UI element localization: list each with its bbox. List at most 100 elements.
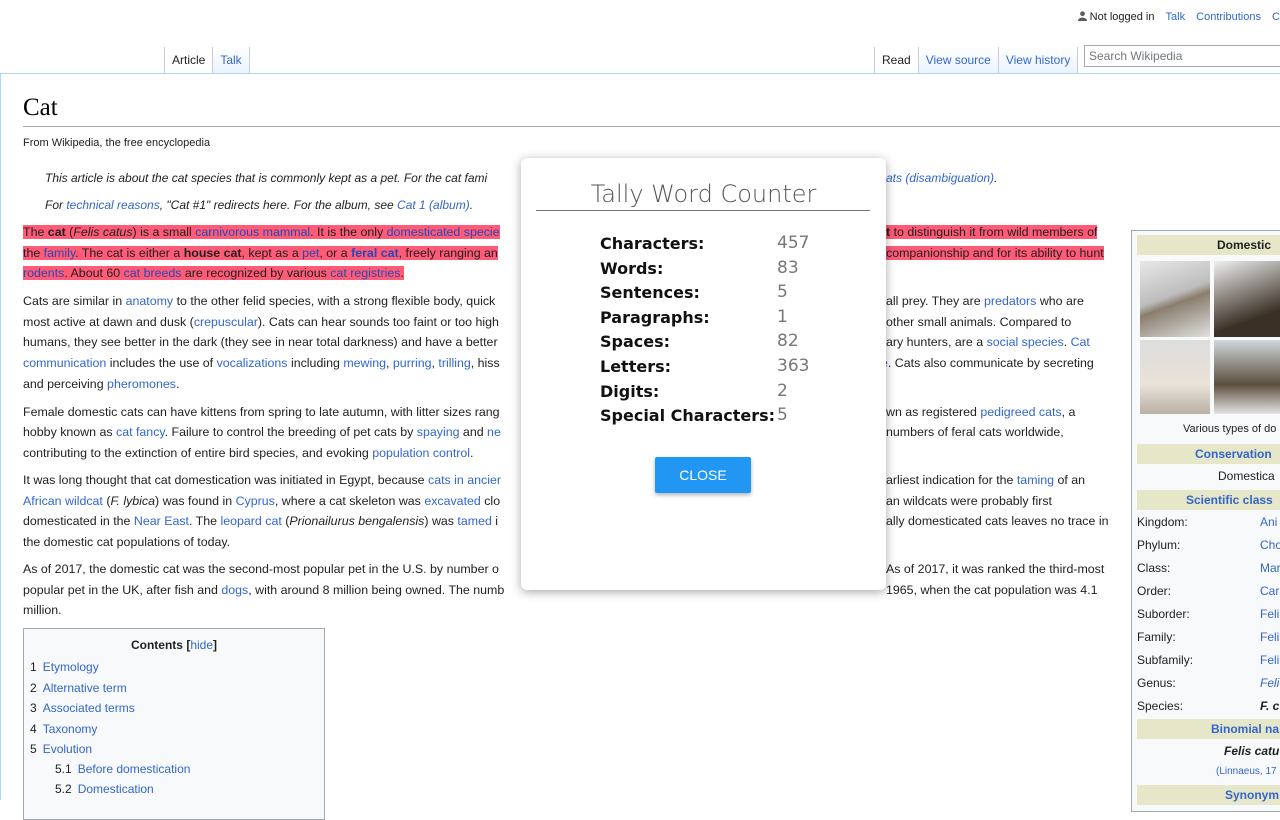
infobox-title: Domestic	[1137, 235, 1280, 255]
classification-label: Suborder:	[1137, 607, 1190, 621]
spaying-link[interactable]: spaying	[417, 425, 460, 439]
pet-link[interactable]: pet	[302, 246, 319, 260]
pheromones-link[interactable]: pheromones	[107, 377, 176, 391]
classification-value[interactable]: Ani	[1260, 515, 1277, 529]
crepuscular-link[interactable]: crepuscular	[194, 315, 258, 329]
binomial-name-value: Felis catu	[1224, 744, 1280, 758]
population-control-link[interactable]: population control	[372, 446, 470, 460]
cat-registries-link[interactable]: cat registries	[330, 266, 400, 280]
binomial-name-header[interactable]: Binomial na	[1137, 719, 1280, 739]
cat-fancy-link[interactable]: cat fancy	[116, 425, 165, 439]
classification-value[interactable]: Feli	[1260, 607, 1279, 621]
leopard-cat-link[interactable]: leopard cat	[220, 514, 281, 528]
tamed-link[interactable]: tamed	[457, 514, 491, 528]
cat-photo-dark[interactable]	[1214, 261, 1280, 337]
stat-label: Characters:	[600, 234, 705, 253]
communication-link[interactable]: communication	[23, 356, 106, 370]
cat-1-album-link[interactable]: Cat 1 (album)	[397, 198, 470, 212]
neutering-link[interactable]: ne	[487, 425, 501, 439]
cat-photo-siamese[interactable]	[1140, 340, 1210, 414]
excavated-link[interactable]: excavated	[424, 494, 480, 508]
search-input[interactable]: Search Wikipedia	[1084, 45, 1280, 67]
carnivorous-mammal-link[interactable]: carnivorous mammal	[195, 225, 310, 239]
cyprus-link[interactable]: Cyprus	[236, 494, 275, 508]
dogs-link[interactable]: dogs	[221, 583, 248, 597]
paragraph-popularity-right-2: 1965, when the cat population was 4.1	[886, 583, 1098, 597]
classification-value[interactable]: Mar	[1260, 561, 1280, 575]
family-link[interactable]: family	[44, 246, 75, 260]
mewing-link[interactable]: mewing	[343, 356, 386, 370]
tab-view-history[interactable]: View history	[998, 47, 1079, 73]
trilling-link[interactable]: trilling	[438, 356, 470, 370]
pedigreed-cats-link[interactable]: pedigreed cats	[980, 405, 1061, 419]
personal-tools: Not logged in Talk Contributions C	[1077, 10, 1280, 23]
classification-label: Family:	[1137, 630, 1176, 644]
tab-talk[interactable]: Talk	[213, 47, 250, 73]
paragraph-anatomy-right-3: ary hunters, are a social species. Cat	[886, 335, 1090, 349]
stat-label: Paragraphs:	[600, 307, 710, 327]
toc-item-evolution[interactable]: 5 Evolution	[30, 742, 92, 756]
content-left-border	[0, 73, 1, 800]
classification-label: Class:	[1137, 561, 1171, 575]
paragraph-domestication-right-2: an wildcats were probably first	[886, 494, 1052, 508]
classification-label: Subfamily:	[1137, 653, 1194, 667]
paragraph-popularity-line-3: million.	[23, 603, 62, 617]
toc-hide-link[interactable]: hide	[190, 638, 213, 652]
paragraph-breeding-right-1: wn as registered pedigreed cats, a	[886, 405, 1076, 419]
scientific-classification-header[interactable]: Scientific class	[1137, 490, 1280, 510]
toc-item-domestication[interactable]: 5.2 Domestication	[55, 782, 154, 796]
stat-value: 363	[777, 356, 810, 376]
binomial-authority[interactable]: (Linnaeus, 17	[1216, 766, 1277, 777]
classification-value[interactable]: Cho	[1260, 538, 1280, 552]
domesticated-species-link[interactable]: domesticated specie	[387, 225, 500, 239]
talk-link[interactable]: Talk	[1166, 11, 1186, 23]
classification-label: Genus:	[1137, 676, 1176, 690]
stat-value: 2	[777, 380, 788, 401]
tab-view-source[interactable]: View source	[918, 47, 999, 73]
synonyms-header[interactable]: Synonym	[1137, 785, 1280, 805]
infobox-caption: Various types of do	[1183, 423, 1277, 435]
classification-label: Phylum:	[1137, 538, 1181, 552]
vocalizations-link[interactable]: vocalizations	[217, 356, 288, 370]
feral-cat-link[interactable]: feral cat	[351, 246, 399, 260]
toc-item-associated-terms[interactable]: 3 Associated terms	[30, 701, 135, 715]
cat-breeds-link[interactable]: cat breeds	[124, 266, 182, 280]
conservation-status-value: Domestica	[1218, 469, 1275, 483]
dialog-title-divider	[536, 210, 870, 211]
conservation-status-header[interactable]: Conservation	[1137, 444, 1280, 464]
table-of-contents: Contents [hide] 1 Etymology 2 Alternative …	[23, 628, 325, 820]
purring-link[interactable]: purring	[393, 356, 432, 370]
lead-paragraph-right-1: t to distinguish it from wild members of	[886, 225, 1098, 239]
rodents-link[interactable]: rodents	[23, 266, 64, 280]
create-account-link[interactable]: C	[1272, 11, 1280, 23]
toc-item-before-domestication[interactable]: 5.1 Before domestication	[55, 762, 190, 776]
classification-value[interactable]: Feli	[1260, 676, 1279, 690]
tab-article[interactable]: Article	[164, 47, 214, 73]
classification-value[interactable]: Feli	[1260, 653, 1279, 667]
cats-in-ancient-egypt-link[interactable]: cats in ancier	[428, 473, 501, 487]
technical-reasons-link[interactable]: technical reasons	[66, 198, 159, 212]
toc-item-alternative-term[interactable]: 2 Alternative term	[30, 681, 127, 695]
predators-link[interactable]: predators	[984, 294, 1036, 308]
taming-link[interactable]: taming	[1017, 473, 1054, 487]
disambiguation-link[interactable]: ats (disambiguation)	[886, 171, 994, 185]
stat-value: 1	[777, 306, 788, 327]
anatomy-link[interactable]: anatomy	[126, 294, 174, 308]
view-tabs: Read View source View history	[874, 47, 1079, 73]
cat-photo-tabby[interactable]	[1140, 261, 1210, 337]
stat-label: Letters:	[600, 357, 672, 376]
social-species-link[interactable]: social species	[987, 335, 1064, 349]
contributions-link[interactable]: Contributions	[1196, 11, 1261, 23]
african-wildcat-link[interactable]: African wildcat	[23, 494, 103, 508]
near-east-link[interactable]: Near East	[134, 514, 189, 528]
stat-label: Special Characters:	[600, 406, 776, 426]
classification-value[interactable]: Feli	[1260, 630, 1279, 644]
close-button[interactable]: CLOSE	[655, 457, 751, 493]
tab-read[interactable]: Read	[874, 47, 919, 73]
cat-communication-link[interactable]: Cat	[1071, 335, 1090, 349]
paragraph-anatomy-right-4: e. Cats also communicate by secreting	[881, 353, 1118, 374]
classification-value[interactable]: Car	[1260, 584, 1279, 598]
toc-item-etymology[interactable]: 1 Etymology	[30, 660, 99, 674]
toc-item-taxonomy[interactable]: 4 Taxonomy	[30, 722, 97, 736]
cat-photo-tabby-outdoor[interactable]	[1214, 340, 1280, 414]
